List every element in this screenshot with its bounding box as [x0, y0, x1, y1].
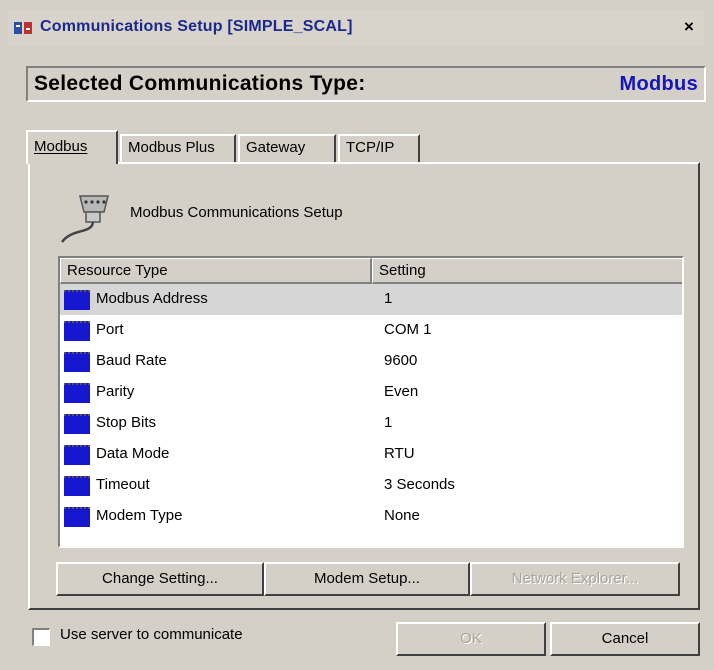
network-explorer-button[interactable]: Network Explorer... — [470, 562, 680, 596]
resource-type-cell: Modem Type — [96, 507, 183, 524]
table-row[interactable]: Port COM 1 — [60, 315, 682, 346]
selected-type-value: Modbus — [619, 73, 698, 95]
chip-icon — [64, 445, 90, 465]
tab-label: Modbus Plus — [128, 139, 215, 156]
app-icon — [14, 22, 32, 34]
table-row[interactable]: Modbus Address 1 — [60, 284, 682, 315]
setting-cell: 1 — [384, 414, 393, 431]
resource-list[interactable]: Resource Type Setting Modbus Address 1 Por… — [58, 256, 684, 548]
resource-type-cell: Data Mode — [96, 445, 170, 462]
table-row[interactable]: Stop Bits 1 — [60, 408, 682, 439]
chip-icon — [64, 290, 90, 310]
tab-panel: Modbus Communications Setup Resource Typ… — [28, 162, 700, 610]
tab-modbus[interactable]: Modbus — [26, 130, 118, 164]
tab-label: Gateway — [246, 139, 306, 156]
resource-type-cell: Stop Bits — [96, 414, 157, 431]
window-title: Communications Setup [SIMPLE_SCAL] — [40, 18, 353, 35]
setting-cell: COM 1 — [384, 321, 432, 338]
setting-cell: RTU — [384, 445, 415, 462]
use-server-checkbox[interactable] — [32, 628, 50, 646]
chip-icon — [64, 352, 90, 372]
table-row[interactable]: Modem Type None — [60, 501, 682, 532]
serial-cable-icon — [60, 195, 109, 243]
selected-type-label: Selected Communications Type: — [34, 72, 366, 95]
panel-title: Modbus Communications Setup — [130, 204, 343, 221]
selected-type-box: Selected Communications Type: Modbus — [26, 66, 706, 102]
close-icon[interactable]: × — [678, 16, 700, 38]
column-header-setting[interactable]: Setting — [372, 258, 682, 284]
modem-setup-button[interactable]: Modem Setup... — [264, 562, 470, 596]
cancel-button[interactable]: Cancel — [550, 622, 700, 656]
title-bar: Communications Setup [SIMPLE_SCAL] × — [8, 10, 704, 46]
resource-type-cell: Port — [96, 321, 124, 338]
resource-type-cell: Modbus Address — [96, 290, 208, 307]
tab-label: TCP/IP — [346, 139, 395, 156]
table-row[interactable]: Timeout 3 Seconds — [60, 470, 682, 501]
chip-icon — [64, 321, 90, 341]
setting-cell: Even — [384, 383, 419, 400]
tab-label: Modbus — [34, 138, 88, 155]
use-server-label: Use server to communicate — [60, 626, 243, 643]
chip-icon — [64, 476, 90, 496]
chip-icon — [64, 507, 90, 527]
tab-modbus-plus[interactable]: Modbus Plus — [120, 134, 236, 162]
tab-tcp-ip[interactable]: TCP/IP — [338, 134, 420, 162]
table-row[interactable]: Data Mode RTU — [60, 439, 682, 470]
setting-cell: None — [384, 507, 420, 524]
chip-icon — [64, 383, 90, 403]
chip-icon — [64, 414, 90, 434]
setting-cell: 1 — [384, 290, 393, 307]
list-header: Resource Type Setting — [60, 258, 682, 284]
tab-gateway[interactable]: Gateway — [238, 134, 336, 162]
resource-type-cell: Parity — [96, 383, 135, 400]
table-row[interactable]: Parity Even — [60, 377, 682, 408]
setting-cell: 3 Seconds — [384, 476, 455, 493]
table-row[interactable]: Baud Rate 9600 — [60, 346, 682, 377]
setting-cell: 9600 — [384, 352, 418, 369]
column-header-resource-type[interactable]: Resource Type — [60, 258, 372, 284]
ok-button[interactable]: OK — [396, 622, 546, 656]
change-setting-button[interactable]: Change Setting... — [56, 562, 264, 596]
resource-type-cell: Baud Rate — [96, 352, 167, 369]
resource-type-cell: Timeout — [96, 476, 150, 493]
